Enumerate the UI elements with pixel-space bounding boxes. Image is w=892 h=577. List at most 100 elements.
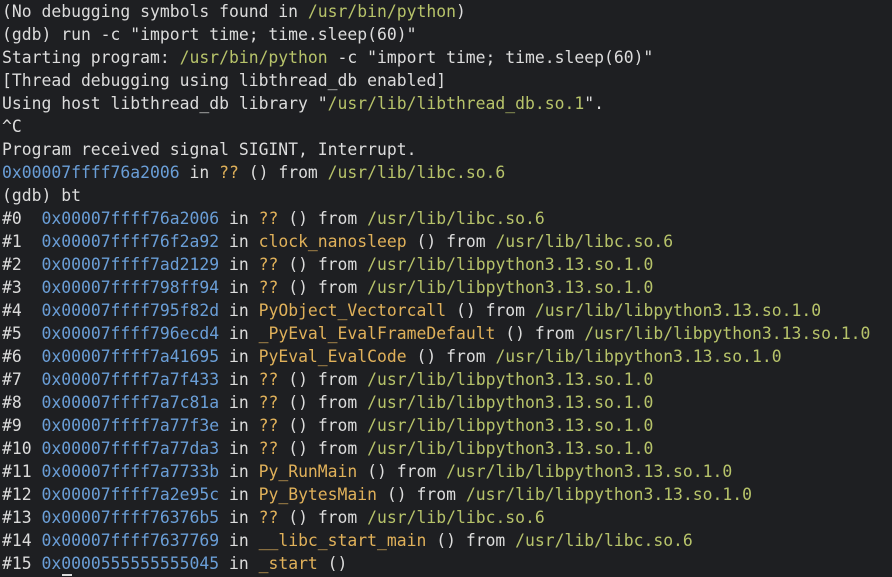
frame-number: #10 <box>2 439 32 458</box>
frame-number: #7 <box>2 370 32 389</box>
frame-number: #5 <box>2 324 32 343</box>
memory-address: 0x00007ffff7a77f3e <box>41 416 220 435</box>
separator-text: () from <box>278 439 368 458</box>
function-name: Py_BytesMain <box>258 485 378 504</box>
separator-text <box>32 462 42 481</box>
output-text: (gdb) bt <box>2 186 81 205</box>
separator-text: () from <box>495 324 585 343</box>
backtrace-frame: #7 0x00007ffff7a7f433 in ?? () from /usr… <box>2 368 892 391</box>
memory-address: 0x00007ffff7637769 <box>41 531 220 550</box>
file-path: /usr/lib/libc.so.6 <box>327 163 506 182</box>
output-line: 0x00007ffff76a2006 in ?? () from /usr/li… <box>2 161 892 184</box>
output-text: (gdb) run -c "import time; time.sleep(60… <box>2 25 417 44</box>
separator-text: in <box>219 370 259 389</box>
file-path: /usr/lib/libc.so.6 <box>515 531 693 550</box>
separator-text: () from <box>278 508 368 527</box>
function-name: Py_RunMain <box>258 462 358 481</box>
frame-number: #11 <box>2 462 32 481</box>
output-line: Using host libthread_db library "/usr/li… <box>2 92 892 115</box>
function-name: ?? <box>258 508 279 527</box>
memory-address: 0x00007ffff76a2006 <box>2 163 180 182</box>
separator-text: in <box>219 531 259 550</box>
separator-text: () from <box>357 462 447 481</box>
frame-number: #3 <box>2 278 32 297</box>
file-path: /usr/lib/libc.so.6 <box>495 232 674 251</box>
output-text: ^C <box>2 117 22 136</box>
file-path: /usr/lib/libpython3.13.so.1.0 <box>367 278 654 297</box>
backtrace-frame: #13 0x00007ffff76376b5 in ?? () from /us… <box>2 506 892 529</box>
terminal-window[interactable]: (No debugging symbols found in /usr/bin/… <box>0 0 892 577</box>
separator-text: in <box>219 508 259 527</box>
output-line: Starting program: /usr/bin/python -c "im… <box>2 46 892 69</box>
file-path: /usr/lib/libpython3.13.so.1.0 <box>584 324 871 343</box>
output-text: [Thread debugging using libthread_db ena… <box>2 71 447 90</box>
file-path: /usr/bin/python <box>307 2 456 21</box>
separator-text: in <box>219 554 259 573</box>
separator-text: in <box>219 324 259 343</box>
memory-address: 0x00007ffff7a7f433 <box>41 370 220 389</box>
memory-address: 0x00007ffff798ff94 <box>41 278 220 297</box>
separator-text: () from <box>406 232 496 251</box>
function-name: PyEval_EvalCode <box>258 347 407 366</box>
file-path: /usr/lib/libpython3.13.so.1.0 <box>367 393 654 412</box>
function-name: ?? <box>219 163 239 182</box>
separator-text: in <box>219 255 259 274</box>
frame-number: #0 <box>2 209 32 228</box>
function-name: __libc_start_main <box>258 531 427 550</box>
memory-address: 0x0000555555555045 <box>41 554 220 573</box>
file-path: /usr/lib/libthread_db.so.1 <box>327 94 585 113</box>
separator-text: in <box>219 439 259 458</box>
backtrace-frame: #9 0x00007ffff7a77f3e in ?? () from /usr… <box>2 414 892 437</box>
separator-text: () from <box>278 278 368 297</box>
output-text: Using host libthread_db library " <box>2 94 328 113</box>
function-name: _start <box>258 554 318 573</box>
function-name: PyObject_Vectorcall <box>258 301 447 320</box>
function-name: ?? <box>258 393 279 412</box>
separator-text: () from <box>278 255 368 274</box>
function-name: ?? <box>258 439 279 458</box>
file-path: /usr/bin/python <box>179 48 328 67</box>
separator-text: in <box>219 232 259 251</box>
function-name: ?? <box>258 370 279 389</box>
file-path: /usr/lib/libpython3.13.so.1.0 <box>495 347 782 366</box>
frame-number: #14 <box>2 531 32 550</box>
separator-text <box>32 485 42 504</box>
frame-number: #9 <box>2 416 32 435</box>
separator-text <box>32 232 42 251</box>
function-name: ?? <box>258 209 279 228</box>
memory-address: 0x00007ffff7ad2129 <box>41 255 220 274</box>
memory-address: 0x00007ffff7a7733b <box>41 462 220 481</box>
separator-text <box>32 531 42 550</box>
separator-text: in <box>219 347 259 366</box>
separator-text <box>32 209 42 228</box>
separator-text: () from <box>278 393 368 412</box>
file-path: /usr/lib/libpython3.13.so.1.0 <box>367 255 654 274</box>
separator-text: () from <box>426 531 516 550</box>
file-path: /usr/lib/libpython3.13.so.1.0 <box>367 439 654 458</box>
frame-number: #1 <box>2 232 32 251</box>
separator-text: () from <box>406 347 496 366</box>
frame-number: #15 <box>2 554 32 573</box>
separator-text <box>32 508 42 527</box>
backtrace-frame: #3 0x00007ffff798ff94 in ?? () from /usr… <box>2 276 892 299</box>
separator-text <box>32 370 42 389</box>
backtrace-frame: #10 0x00007ffff7a77da3 in ?? () from /us… <box>2 437 892 460</box>
function-name: ?? <box>258 416 279 435</box>
memory-address: 0x00007ffff7a41695 <box>41 347 220 366</box>
memory-address: 0x00007ffff76a2006 <box>41 209 220 228</box>
separator-text: () <box>317 554 348 573</box>
output-text: ) <box>455 2 466 21</box>
separator-text: in <box>219 301 259 320</box>
output-text: () from <box>238 163 328 182</box>
output-line: [Thread debugging using libthread_db ena… <box>2 69 892 92</box>
frame-number: #2 <box>2 255 32 274</box>
file-path: /usr/lib/libpython3.13.so.1.0 <box>534 301 822 320</box>
function-name: clock_nanosleep <box>258 232 407 251</box>
backtrace-frame: #6 0x00007ffff7a41695 in PyEval_EvalCode… <box>2 345 892 368</box>
separator-text: in <box>219 485 259 504</box>
separator-text: in <box>219 462 259 481</box>
frame-number: #13 <box>2 508 32 527</box>
output-text: -c "import time; time.sleep(60)" <box>327 48 654 67</box>
separator-text: () from <box>278 416 368 435</box>
file-path: /usr/lib/libc.so.6 <box>367 209 545 228</box>
